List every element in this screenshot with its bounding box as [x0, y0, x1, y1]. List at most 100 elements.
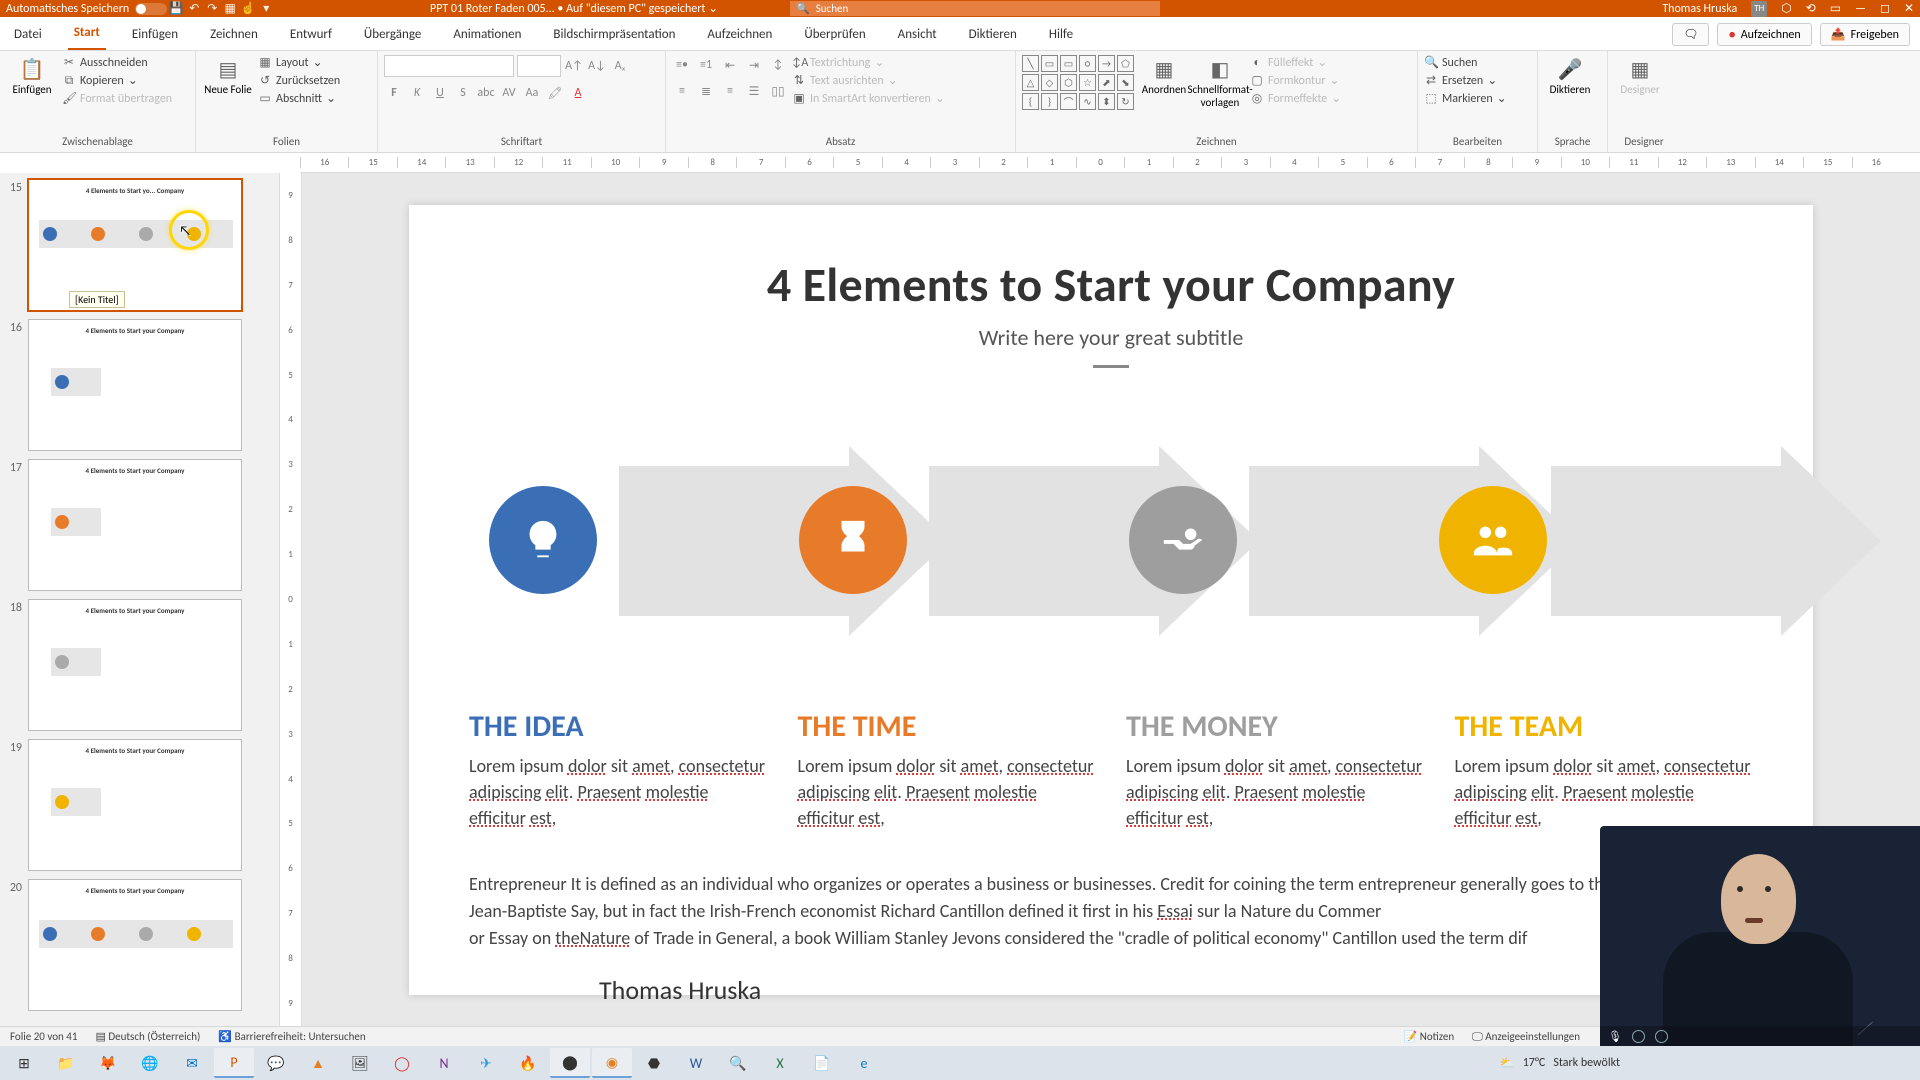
- slide-counter[interactable]: Folie 20 von 41: [10, 1030, 77, 1043]
- window-min-icon[interactable]: ▭: [1830, 1, 1841, 16]
- chrome-icon[interactable]: 🌐: [130, 1048, 170, 1078]
- explorer-icon[interactable]: 📁: [46, 1048, 86, 1078]
- slide-title[interactable]: 4 Elements to Start your Company: [469, 255, 1753, 314]
- format-painter-button[interactable]: 🖌Format übertragen: [62, 91, 172, 106]
- slide-subtitle[interactable]: Write here your great subtitle: [469, 324, 1753, 351]
- italic-button[interactable]: K: [407, 83, 427, 103]
- column[interactable]: THE TIMELorem ipsum dolor sit amet, cons…: [798, 708, 1097, 831]
- outline-button[interactable]: ▢Formkontur ⌄: [1250, 73, 1341, 88]
- document-title[interactable]: PPT 01 Roter Faden 005... • Auf "diesem …: [430, 1, 718, 16]
- cut-button[interactable]: ✂Ausschneiden: [62, 55, 172, 70]
- undo-icon[interactable]: ↶: [185, 1, 203, 16]
- select-button[interactable]: ⬚Markieren ⌄: [1424, 91, 1507, 106]
- spacing-button[interactable]: AV: [499, 83, 519, 103]
- arrange-button[interactable]: ▦Anordnen: [1138, 55, 1190, 101]
- copy-button[interactable]: ⧉Kopieren ⌄: [62, 73, 172, 88]
- app-icon-3[interactable]: ◯: [382, 1048, 422, 1078]
- tab-hilfe[interactable]: Hilfe: [1043, 21, 1079, 50]
- ribbon-mode-icon[interactable]: ⟲: [1806, 1, 1816, 16]
- edge-icon[interactable]: e: [844, 1048, 884, 1078]
- present-from-start-icon[interactable]: ▦: [221, 1, 239, 16]
- highlight-button[interactable]: 🖍: [545, 83, 565, 103]
- app-icon-4[interactable]: 🔥: [508, 1048, 548, 1078]
- slide-thumbnail-16[interactable]: 4 Elements to Start your Company: [28, 319, 242, 451]
- column[interactable]: THE MONEYLorem ipsum dolor sit amet, con…: [1126, 708, 1425, 831]
- redo-icon[interactable]: ↷: [203, 1, 221, 16]
- language-status[interactable]: ▤ Deutsch (Österreich): [95, 1030, 200, 1043]
- share-button[interactable]: 📤 Freigeben: [1820, 23, 1910, 46]
- outlook-icon[interactable]: ✉: [172, 1048, 212, 1078]
- tab-ansicht[interactable]: Ansicht: [892, 21, 943, 50]
- app-icon-1[interactable]: 💬: [256, 1048, 296, 1078]
- telegram-icon[interactable]: ✈: [466, 1048, 506, 1078]
- user-avatar[interactable]: TH: [1751, 1, 1767, 17]
- webcam-chip-2[interactable]: [1655, 1030, 1668, 1043]
- app-icon-8[interactable]: 📄: [802, 1048, 842, 1078]
- bullets-icon[interactable]: ≡•: [672, 55, 692, 75]
- grow-font-icon[interactable]: A↑: [564, 56, 584, 76]
- powerpoint-icon[interactable]: P: [214, 1048, 254, 1078]
- numbering-icon[interactable]: ≡1: [696, 55, 716, 75]
- save-icon[interactable]: 💾: [167, 1, 185, 16]
- align-text-button[interactable]: ⇅Text ausrichten ⌄: [792, 73, 945, 88]
- font-name-input[interactable]: [384, 55, 514, 77]
- strike-button[interactable]: abc: [476, 83, 496, 103]
- tab-uebergaenge[interactable]: Übergänge: [358, 21, 427, 50]
- tab-ueberpruefen[interactable]: Überprüfen: [798, 21, 871, 50]
- tab-praesentation[interactable]: Bildschirmpräsentation: [547, 21, 681, 50]
- app-icon-5[interactable]: ◉: [592, 1048, 632, 1078]
- tab-entwurf[interactable]: Entwurf: [284, 21, 338, 50]
- clear-format-icon[interactable]: Aₓ: [610, 56, 630, 76]
- tab-einfuegen[interactable]: Einfügen: [126, 21, 184, 50]
- font-color-button[interactable]: A: [568, 83, 588, 103]
- indent-inc-icon[interactable]: ⇥: [744, 55, 764, 75]
- display-settings-button[interactable]: 🖵 Anzeigeeinstellungen: [1472, 1030, 1580, 1044]
- fill-button[interactable]: ◐Fülleffekt ⌄: [1250, 55, 1341, 70]
- touch-mode-icon[interactable]: ☝: [239, 1, 257, 16]
- slide-thumbnail-15[interactable]: 4 Elements to Start yo... Company[Kein T…: [28, 179, 242, 311]
- excel-icon[interactable]: X: [760, 1048, 800, 1078]
- dictate-button[interactable]: 🎤Diktieren: [1544, 55, 1596, 101]
- reset-button[interactable]: ↺Zurücksetzen: [258, 73, 340, 88]
- paragraph[interactable]: Entrepreneur It is defined as an individ…: [469, 871, 1753, 952]
- window-restore-icon[interactable]: ◻: [1880, 1, 1890, 16]
- author-name[interactable]: Thomas Hruska: [599, 974, 1753, 1006]
- text-direction-button[interactable]: ↕ATextrichtung ⌄: [792, 55, 945, 70]
- underline-button[interactable]: U: [430, 83, 450, 103]
- vlc-icon[interactable]: ▲: [298, 1048, 338, 1078]
- line-spacing-icon[interactable]: ↕: [768, 55, 788, 75]
- paste-button[interactable]: 📋Einfügen: [6, 55, 58, 101]
- app-icon-2[interactable]: 🖼: [340, 1048, 380, 1078]
- find-button[interactable]: 🔍Suchen: [1424, 55, 1507, 70]
- quickstyles-button[interactable]: ◧Schnellformat-vorlagen: [1194, 55, 1246, 113]
- record-button[interactable]: ●Aufzeichnen: [1717, 23, 1811, 46]
- shadow-button[interactable]: S: [453, 83, 473, 103]
- column[interactable]: THE IDEALorem ipsum dolor sit amet, cons…: [469, 708, 768, 831]
- comments-button[interactable]: 🗨: [1672, 23, 1709, 46]
- column[interactable]: THE TEAMLorem ipsum dolor sit amet, cons…: [1455, 708, 1754, 831]
- align-right-icon[interactable]: ≡: [720, 81, 740, 101]
- notes-button[interactable]: 📝 Notizen: [1404, 1030, 1455, 1044]
- window-close-icon[interactable]: ✕: [1904, 1, 1914, 16]
- slide-thumbnails-panel[interactable]: 154 Elements to Start yo... Company[Kein…: [0, 173, 280, 1026]
- search-box[interactable]: 🔍 Suchen: [790, 1, 1160, 16]
- taskbar-weather[interactable]: ⛅ 17°C Stark bewölkt: [1500, 1056, 1620, 1071]
- tab-animationen[interactable]: Animationen: [447, 21, 527, 50]
- indent-dec-icon[interactable]: ⇤: [720, 55, 740, 75]
- layout-button[interactable]: ▦Layout ⌄: [258, 55, 340, 70]
- tab-zeichnen[interactable]: Zeichnen: [204, 21, 264, 50]
- qat-customize-icon[interactable]: ▾: [257, 1, 275, 16]
- tab-datei[interactable]: Datei: [8, 21, 48, 50]
- shapes-gallery[interactable]: ╲▭▭○→⬠ △◇⬡☆⬈⬊ {}⌒∿⬍↻: [1022, 55, 1134, 110]
- obs-icon[interactable]: ⬤: [550, 1048, 590, 1078]
- section-button[interactable]: ▭Abschnitt ⌄: [258, 91, 340, 106]
- font-size-input[interactable]: [517, 55, 561, 77]
- slide-thumbnail-20[interactable]: 4 Elements to Start your Company: [28, 879, 242, 1011]
- align-justify-icon[interactable]: ☰: [744, 81, 764, 101]
- align-left-icon[interactable]: ≡: [672, 81, 692, 101]
- tab-start[interactable]: Start: [68, 19, 106, 50]
- smartart-button[interactable]: ▣In SmartArt konvertieren ⌄: [792, 91, 945, 106]
- autosave-toggle[interactable]: [135, 3, 167, 15]
- designer-button[interactable]: ▦Designer: [1614, 55, 1666, 101]
- slide-thumbnail-18[interactable]: 4 Elements to Start your Company: [28, 599, 242, 731]
